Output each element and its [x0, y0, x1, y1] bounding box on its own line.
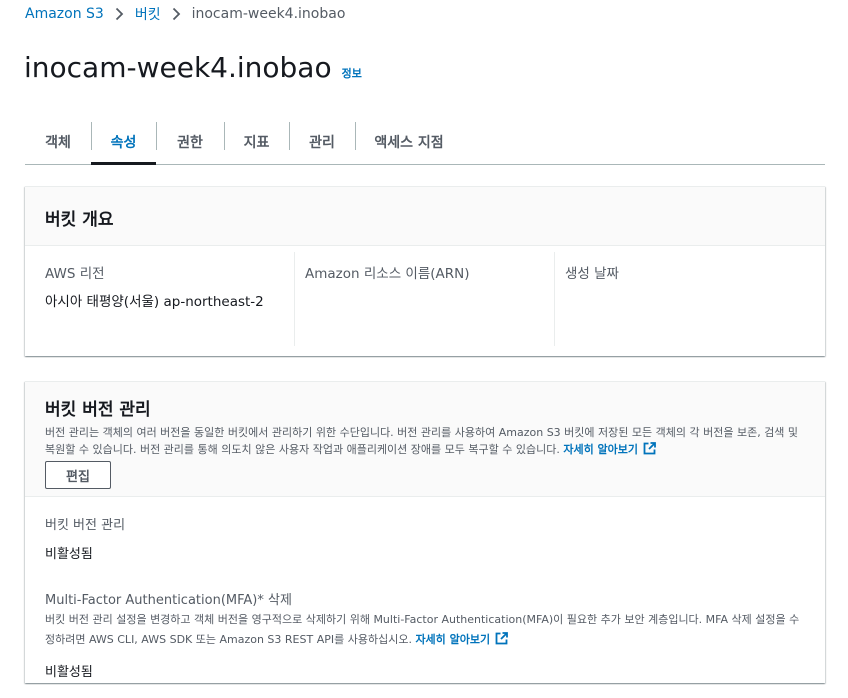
tab-label: 객체	[45, 135, 71, 151]
field-value: 아시아 태평양(서울) ap-northeast-2	[45, 294, 264, 310]
tab-management[interactable]: 관리	[289, 120, 355, 164]
breadcrumb-amazon-s3-link[interactable]: Amazon S3	[25, 6, 104, 22]
versioning-details: 버킷 버전 관리 비활성됨 Multi-Factor Authenticatio…	[25, 497, 825, 680]
mfa-delete-description: 버킷 버전 관리 설정을 변경하고 객체 버전을 영구적으로 삭제하기 위해 M…	[45, 610, 805, 652]
region-field: AWS 리전 아시아 태평양(서울) ap-northeast-2	[25, 246, 285, 356]
arn-field: Amazon 리소스 이름(ARN)	[285, 246, 545, 356]
overview-fields: AWS 리전 아시아 태평양(서울) ap-northeast-2 Amazon…	[25, 246, 825, 356]
panel-title: 버킷 개요	[45, 210, 114, 230]
breadcrumb-current: inocam-week4.inobao	[191, 6, 346, 22]
versioning-description: 버전 관리는 객체의 여러 버전을 동일한 버킷에서 관리하기 위한 수단입니다…	[45, 424, 805, 460]
bucket-overview-panel: 버킷 개요 AWS 리전 아시아 태평양(서울) ap-northeast-2 …	[25, 186, 825, 356]
edit-button[interactable]: 편집	[45, 461, 111, 489]
page-title: inocam-week4.inobao	[24, 51, 332, 84]
tab-permissions[interactable]: 권한	[156, 120, 224, 164]
tab-objects[interactable]: 객체	[25, 120, 91, 164]
tab-access-points[interactable]: 액세스 지점	[355, 120, 463, 164]
tab-properties[interactable]: 속성	[91, 120, 156, 165]
versioning-status-value: 비활성됨	[45, 547, 93, 562]
chevron-right-icon	[115, 7, 124, 21]
breadcrumb-buckets-link[interactable]: 버킷	[135, 4, 161, 24]
panel-header: 버킷 개요	[25, 187, 825, 246]
tab-bar: 객체 속성 권한 지표 관리 액세스 지점	[25, 120, 825, 165]
mfa-delete-label: Multi-Factor Authentication(MFA)* 삭제	[45, 593, 292, 608]
creation-date-field: 생성 날짜	[545, 246, 805, 356]
field-label: Amazon 리소스 이름(ARN)	[305, 266, 470, 282]
mfa-delete-field: Multi-Factor Authentication(MFA)* 삭제 버킷 …	[45, 589, 805, 680]
tab-label: 속성	[110, 135, 137, 151]
description-text: 버전 관리는 객체의 여러 버전을 동일한 버킷에서 관리하기 위한 수단입니다…	[45, 426, 799, 456]
external-link-icon	[495, 632, 509, 652]
tab-label: 지표	[243, 135, 270, 151]
tab-label: 관리	[309, 135, 335, 151]
panel-header: 버킷 버전 관리 버전 관리는 객체의 여러 버전을 동일한 버킷에서 관리하기…	[25, 382, 825, 497]
link-text: 자세히 알아보기	[415, 633, 491, 646]
external-link-icon	[643, 442, 656, 460]
breadcrumb: Amazon S3 버킷 inocam-week4.inobao	[25, 4, 345, 24]
field-label: 생성 날짜	[565, 266, 619, 282]
field-label: AWS 리전	[45, 266, 105, 282]
tab-metrics[interactable]: 지표	[224, 120, 289, 164]
tab-label: 권한	[177, 135, 203, 151]
chevron-right-icon	[172, 7, 181, 21]
link-text: 자세히 알아보기	[563, 443, 639, 456]
mfa-learn-more-link[interactable]: 자세히 알아보기	[415, 632, 509, 646]
learn-more-link[interactable]: 자세히 알아보기	[563, 442, 656, 456]
tab-label: 액세스 지점	[374, 135, 444, 151]
page-title-row: inocam-week4.inobao 정보	[24, 51, 362, 84]
mfa-delete-value: 비활성됨	[45, 665, 93, 680]
bucket-versioning-panel: 버킷 버전 관리 버전 관리는 객체의 여러 버전을 동일한 버킷에서 관리하기…	[25, 381, 825, 683]
panel-title: 버킷 버전 관리	[45, 400, 151, 420]
info-link[interactable]: 정보	[342, 65, 362, 81]
versioning-status-label: 버킷 버전 관리	[45, 518, 126, 533]
